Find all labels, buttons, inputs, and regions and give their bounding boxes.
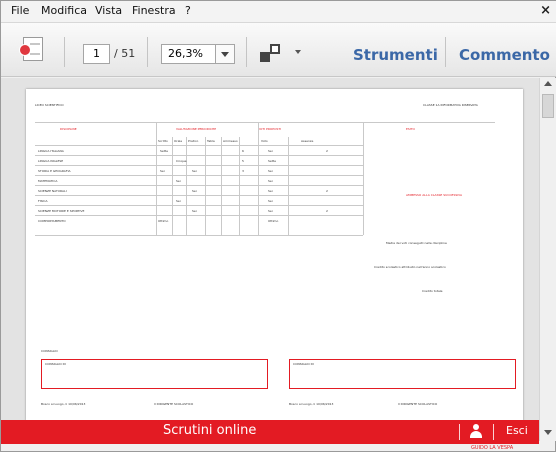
page-total: / 51 — [114, 47, 136, 60]
page-number-input[interactable]: 1 — [83, 44, 110, 64]
note-box-right — [289, 359, 516, 389]
fit-page-icon[interactable] — [258, 42, 282, 64]
pdf-document-icon[interactable] — [19, 37, 43, 61]
scroll-down-icon[interactable] — [544, 430, 552, 435]
vertical-scrollbar[interactable] — [539, 78, 556, 441]
toolbar: 1 / 51 26,3% Strumenti Commento — [1, 23, 556, 77]
menu-bar: File Modifica Vista Finestra ? × — [1, 1, 556, 23]
pdf-viewer-window: File Modifica Vista Finestra ? × 1 / 51 … — [0, 0, 556, 452]
menu-file[interactable]: File — [11, 4, 29, 17]
tool-menu-icon[interactable] — [295, 50, 301, 54]
comment-button[interactable]: Commento — [459, 46, 550, 64]
menu-vista[interactable]: Vista — [95, 4, 122, 17]
note-box-left — [41, 359, 268, 389]
zoom-dropdown-icon[interactable] — [216, 44, 235, 64]
pdf-page: LICEO SCIENTIFICO CLASSE 1A INFORMATIVA … — [26, 89, 523, 421]
zoom-field[interactable]: 26,3% — [161, 44, 216, 64]
menu-help[interactable]: ? — [185, 4, 191, 17]
section-discipline: DISCIPLINE — [60, 127, 77, 131]
menu-finestra[interactable]: Finestra — [132, 4, 176, 17]
document-area[interactable]: LICEO SCIENTIFICO CLASSE 1A INFORMATIVA … — [1, 78, 539, 421]
user-icon[interactable] — [469, 424, 483, 438]
scroll-up-icon[interactable] — [544, 81, 552, 86]
app-title: Scrutini online — [163, 423, 257, 438]
esito-status: AMMESSO ALLA CLASSE SUCCESSIVA — [406, 193, 463, 197]
scroll-thumb[interactable] — [542, 94, 554, 118]
doc-header-right: CLASSE 1A INFORMATIVA RISERVATA — [423, 103, 478, 107]
section-esito: ESITO — [406, 127, 415, 131]
app-bar: Scrutini online Esci — [1, 420, 539, 444]
section-valutazioni: VALUTAZIONE PERIODICHE — [176, 127, 217, 131]
close-icon[interactable]: × — [540, 3, 551, 18]
exit-button[interactable]: Esci — [506, 424, 528, 437]
doc-header-left: LICEO SCIENTIFICO — [35, 103, 64, 107]
tools-button[interactable]: Strumenti — [353, 46, 438, 64]
footer-credit: GUIDO LA VESPA — [471, 445, 514, 451]
section-voti: VOTI PROPOSTI — [258, 127, 282, 131]
note-label: CONSIGLIO — [41, 349, 58, 353]
menu-modifica[interactable]: Modifica — [41, 4, 87, 17]
